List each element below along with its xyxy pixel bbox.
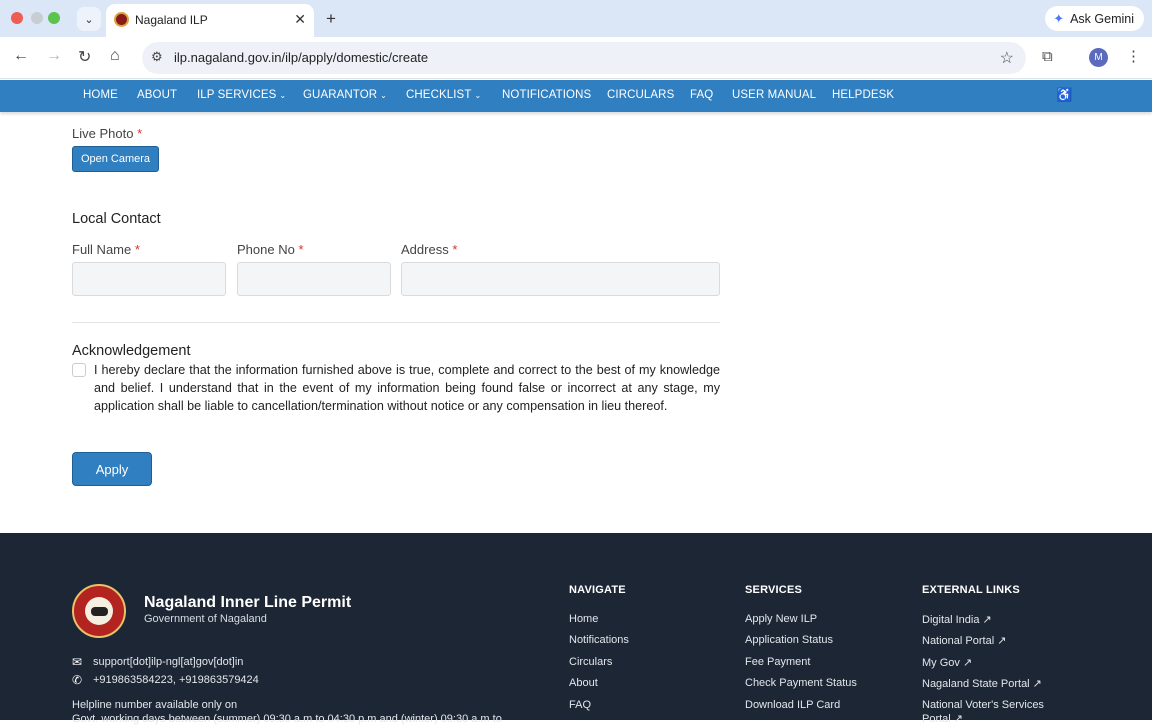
phone-field[interactable] — [237, 262, 391, 296]
required-mark: * — [298, 242, 304, 257]
emblem-inner — [85, 597, 113, 625]
services-heading: SERVICES — [745, 584, 803, 596]
full-name-text: Full Name — [72, 242, 132, 257]
nav-home[interactable]: HOME — [83, 89, 118, 101]
footer-link-download-ilp-card[interactable]: Download ILP Card — [745, 699, 840, 711]
mithun-emblem-icon — [91, 607, 108, 616]
address-text: Address — [401, 242, 449, 257]
browser-menu-icon[interactable]: ⋮ — [1126, 47, 1141, 65]
footer-link-nagaland-state-portal[interactable]: Nagaland State Portal ↗ — [922, 677, 1042, 690]
phone-label: Phone No * — [237, 242, 304, 257]
helpline-note-1: Helpline number available only on — [72, 699, 238, 711]
gemini-sparkle-icon: ✦ — [1053, 10, 1065, 26]
nav-ilp-services[interactable]: ILP SERVICES ⌄ — [197, 89, 286, 101]
home-icon[interactable]: ⌂ — [110, 47, 120, 65]
address-field[interactable] — [401, 262, 720, 296]
nav-guarantor[interactable]: GUARANTOR ⌄ — [303, 89, 387, 101]
chevron-down-icon: ⌄ — [474, 91, 482, 100]
minimize-window-button[interactable] — [31, 12, 43, 24]
phone-icon: ✆ — [72, 673, 83, 687]
accessibility-icon[interactable]: ♿ — [1056, 87, 1072, 104]
nav-notifications[interactable]: NOTIFICATIONS — [502, 89, 591, 101]
chevron-down-icon: ⌄ — [380, 91, 387, 100]
ask-gemini-button[interactable]: ✦ Ask Gemini — [1045, 6, 1144, 31]
close-tab-icon[interactable]: ✕ — [294, 11, 306, 28]
back-arrow-icon[interactable]: ← — [13, 47, 29, 65]
footer-link-digital-india[interactable]: Digital India ↗ — [922, 613, 992, 626]
extensions-puzzle-icon[interactable]: ⧉ — [1042, 48, 1053, 65]
live-photo-label: Live Photo * — [72, 126, 142, 141]
nav-checklist[interactable]: CHECKLIST ⌄ — [406, 89, 481, 101]
nav-guarantor-label: GUARANTOR — [303, 89, 378, 101]
footer-link-home[interactable]: Home — [569, 613, 598, 625]
nav-faq[interactable]: FAQ — [690, 89, 713, 101]
ask-gemini-label: Ask Gemini — [1070, 11, 1134, 26]
chevron-down-icon: ⌄ — [279, 91, 287, 100]
footer-title: Nagaland Inner Line Permit — [144, 594, 352, 611]
required-mark: * — [452, 242, 458, 257]
maximize-window-button[interactable] — [48, 12, 60, 24]
close-window-button[interactable] — [11, 12, 23, 24]
section-divider — [72, 322, 720, 323]
address-label: Address * — [401, 242, 457, 257]
footer-link-notifications[interactable]: Notifications — [569, 634, 629, 646]
footer-link-nvsp[interactable]: National Voter's Services — [922, 699, 1044, 711]
full-name-field[interactable] — [72, 262, 226, 296]
profile-avatar[interactable]: M — [1089, 48, 1108, 67]
footer-link-circulars[interactable]: Circulars — [569, 656, 612, 668]
required-mark: * — [134, 242, 140, 257]
nav-helpdesk[interactable]: HELPDESK — [832, 89, 894, 101]
footer-link-my-gov[interactable]: My Gov ↗ — [922, 656, 972, 669]
bookmark-star-icon[interactable]: ☆ — [1000, 48, 1014, 68]
footer-link-apply-new-ilp[interactable]: Apply New ILP — [745, 613, 817, 625]
navigate-heading: NAVIGATE — [569, 584, 626, 596]
footer-link-fee-payment[interactable]: Fee Payment — [745, 656, 810, 668]
support-phone[interactable]: +919863584223, +919863579424 — [93, 674, 259, 686]
apply-button[interactable]: Apply — [72, 452, 152, 486]
site-footer — [0, 533, 1152, 720]
new-tab-button[interactable]: + — [326, 9, 336, 29]
browser-tab[interactable]: Nagaland ILP ✕ — [106, 4, 314, 37]
required-mark: * — [137, 126, 143, 141]
local-contact-title: Local Contact — [72, 211, 161, 227]
acknowledgement-checkbox[interactable] — [72, 363, 86, 377]
footer-link-nvsp-cont[interactable]: Portal ↗ — [922, 712, 963, 725]
full-name-label: Full Name * — [72, 242, 140, 257]
url-text[interactable]: ilp.nagaland.gov.in/ilp/apply/domestic/c… — [174, 50, 428, 65]
footer-link-about[interactable]: About — [569, 677, 598, 689]
forward-arrow-icon[interactable]: → — [46, 47, 62, 65]
nagaland-emblem-logo — [72, 584, 126, 638]
site-favicon-icon — [114, 12, 129, 27]
footer-subtitle: Government of Nagaland — [144, 613, 267, 625]
support-email[interactable]: support[dot]ilp-ngl[at]gov[dot]in — [93, 656, 243, 668]
footer-link-check-payment-status[interactable]: Check Payment Status — [745, 677, 857, 689]
footer-link-faq[interactable]: FAQ — [569, 699, 591, 711]
tab-search-chevron-icon[interactable]: ⌄ — [77, 7, 101, 31]
phone-text: Phone No — [237, 242, 295, 257]
tab-title: Nagaland ILP — [135, 13, 208, 27]
live-photo-text: Live Photo — [72, 126, 134, 141]
helpline-note-2: Govt. working days between (summer) 09:3… — [72, 713, 502, 725]
nav-user-manual[interactable]: USER MANUAL — [732, 89, 816, 101]
browser-tabstrip: ⌄ Nagaland ILP ✕ + ✦ Ask Gemini — [0, 0, 1152, 37]
nav-circulars[interactable]: CIRCULARS — [607, 89, 674, 101]
site-info-icon[interactable]: ⚙ — [151, 49, 163, 65]
acknowledgement-title: Acknowledgement — [72, 343, 191, 359]
open-camera-button[interactable]: Open Camera — [72, 146, 159, 172]
acknowledgement-text: I hereby declare that the information fu… — [94, 363, 720, 413]
address-bar[interactable]: ⚙ ilp.nagaland.gov.in/ilp/apply/domestic… — [142, 42, 1026, 74]
site-navbar: HOME ABOUT ILP SERVICES ⌄ GUARANTOR ⌄ CHEC… — [0, 80, 1152, 112]
browser-toolbar: ← → ↻ ⌂ ⚙ ilp.nagaland.gov.in/ilp/apply/… — [0, 37, 1152, 79]
footer-link-application-status[interactable]: Application Status — [745, 634, 833, 646]
nav-checklist-label: CHECKLIST — [406, 89, 472, 101]
mail-icon: ✉ — [72, 655, 83, 669]
nav-about[interactable]: ABOUT — [137, 89, 177, 101]
external-links-heading: EXTERNAL LINKS — [922, 584, 1020, 596]
reload-icon[interactable]: ↻ — [78, 47, 91, 67]
nav-ilp-services-label: ILP SERVICES — [197, 89, 277, 101]
footer-link-national-portal[interactable]: National Portal ↗ — [922, 634, 1006, 647]
